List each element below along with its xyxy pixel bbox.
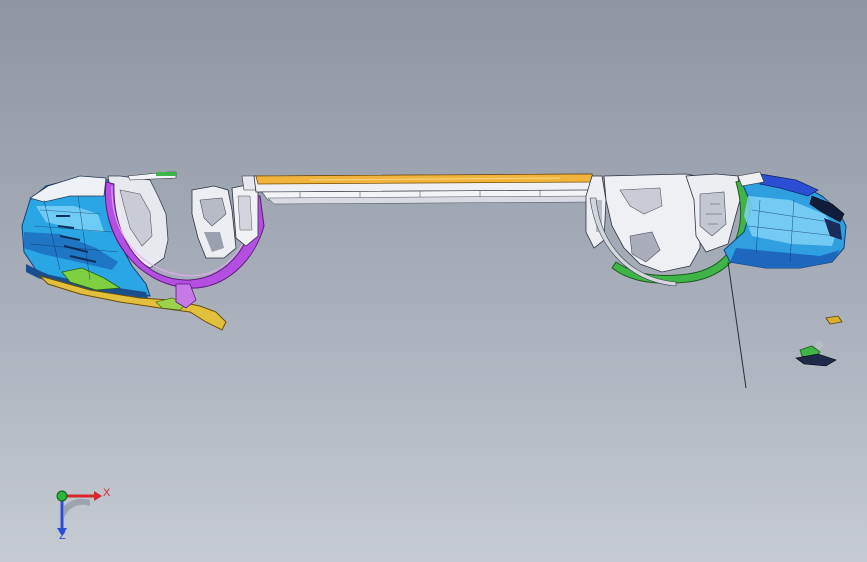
rear-wheelhouse-inner[interactable]: [603, 173, 741, 273]
x-axis-label: X: [103, 487, 111, 499]
y-axis-dot: [56, 490, 68, 502]
coordinate-triad: X Z: [40, 478, 120, 548]
car-body-model[interactable]: [0, 0, 867, 562]
triad-shadow: [64, 498, 90, 518]
roof-side-rail[interactable]: [253, 173, 597, 205]
x-axis-arrow: [94, 491, 102, 501]
rear-detached-bracket[interactable]: [795, 315, 843, 367]
leader-line: [727, 261, 747, 389]
z-axis-label: Z: [59, 530, 66, 542]
cad-graphics-viewport[interactable]: X Z: [0, 0, 867, 562]
